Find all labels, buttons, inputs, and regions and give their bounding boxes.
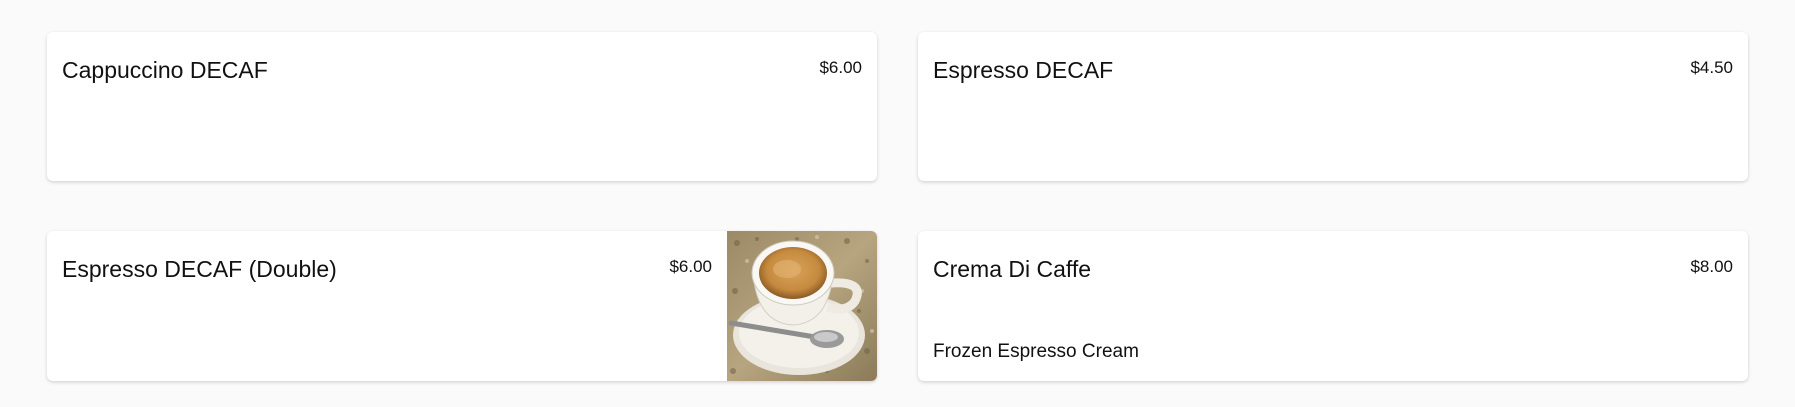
menu-item-name: Cappuccino DECAF <box>62 57 268 83</box>
menu-item-name: Espresso DECAF (Double) <box>62 256 337 282</box>
menu-item-card-crema-di-caffe[interactable]: Crema Di Caffe $8.00 Frozen Espresso Cre… <box>918 231 1748 381</box>
menu-item-name: Espresso DECAF <box>933 57 1114 83</box>
menu-item-card-espresso-decaf-double[interactable]: Espresso DECAF (Double) $6.00 <box>47 231 877 381</box>
menu-item-card-espresso-decaf[interactable]: Espresso DECAF $4.50 <box>918 32 1748 181</box>
menu-item-price: $6.00 <box>669 257 712 276</box>
menu-item-price: $6.00 <box>819 58 862 77</box>
menu-item-description: Frozen Espresso Cream <box>933 341 1139 362</box>
menu-item-card-cappuccino-decaf[interactable]: Cappuccino DECAF $6.00 <box>47 32 877 181</box>
menu-item-name: Crema Di Caffe <box>933 256 1092 282</box>
menu-item-price: $8.00 <box>1690 257 1733 276</box>
coffee-cup-photo <box>727 231 877 381</box>
menu-item-price: $4.50 <box>1690 58 1733 77</box>
